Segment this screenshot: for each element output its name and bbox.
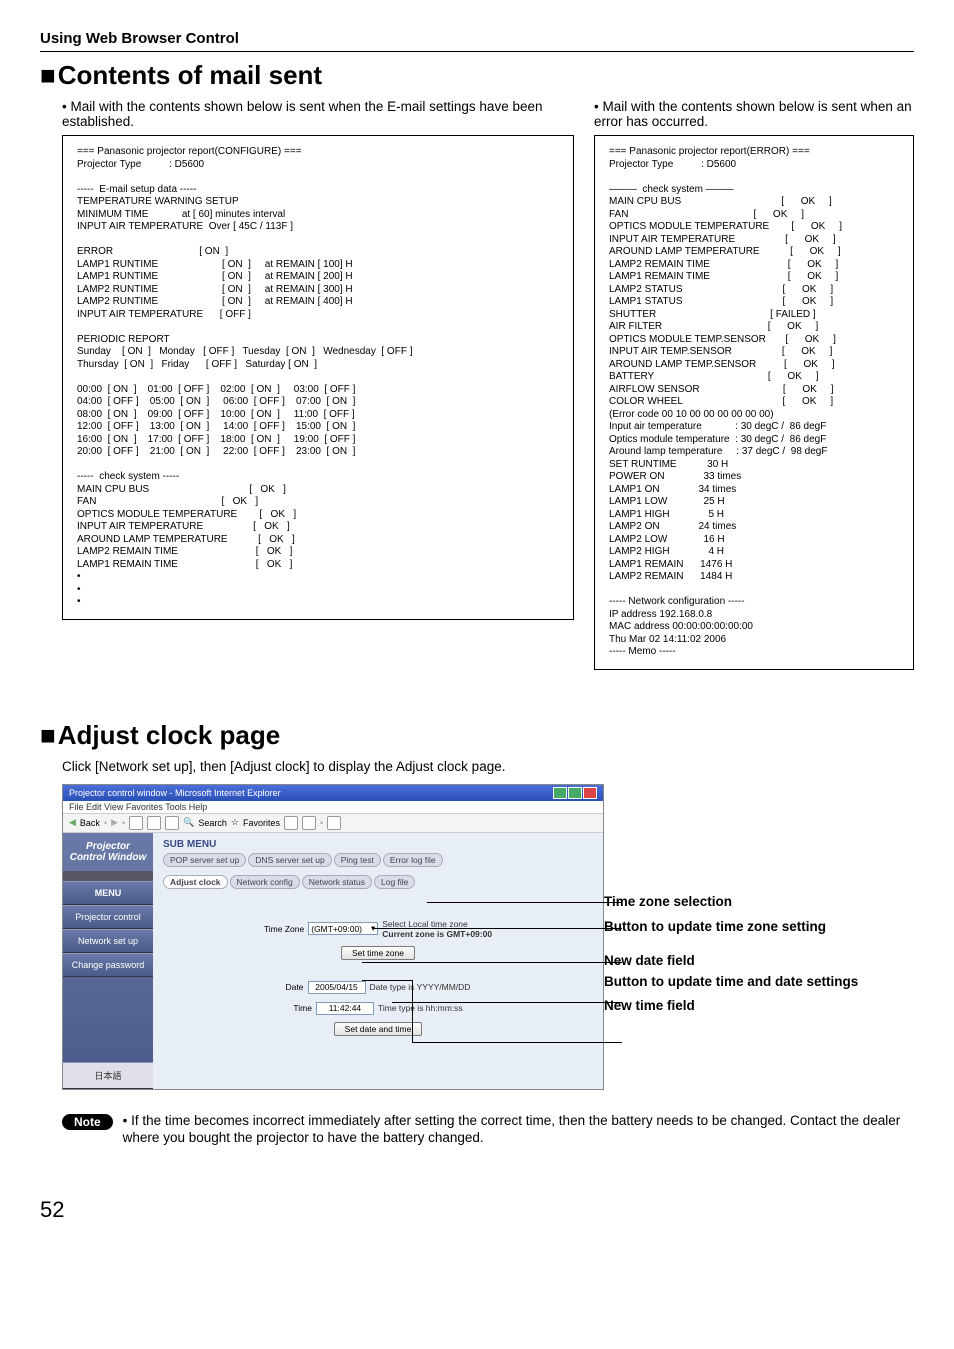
sidebar-item-projector-control[interactable]: Projector control (63, 905, 153, 929)
tab-ping-test[interactable]: Ping test (334, 853, 381, 867)
search-icon[interactable]: 🔍 (183, 817, 194, 828)
annot-new-date-field: New date field (604, 953, 858, 969)
search-label[interactable]: Search (198, 818, 227, 828)
sidebar-menu-label: MENU (63, 881, 153, 905)
stop-icon[interactable] (129, 816, 143, 830)
leader-line (362, 962, 622, 963)
tool-icon[interactable] (302, 816, 316, 830)
date-label: Date (286, 982, 304, 992)
annot-update-timezone-button: Button to update time zone setting (604, 919, 858, 935)
minimize-icon[interactable] (553, 787, 567, 799)
leader-line (362, 980, 412, 981)
browser-screenshot: Projector control window - Microsoft Int… (62, 784, 604, 1090)
tab-pop-server[interactable]: POP server set up (163, 853, 246, 867)
print-icon[interactable] (327, 816, 341, 830)
refresh-icon[interactable] (147, 816, 161, 830)
report-error: === Panasonic projector report(ERROR) ==… (594, 135, 914, 670)
time-caption: Time type is hh:mm:ss (378, 1003, 463, 1013)
sidebar: Projector Control Window MENU Projector … (63, 833, 153, 1089)
page-number: 52 (40, 1197, 64, 1223)
leader-line (412, 1042, 622, 1043)
leader-line-vert (412, 980, 413, 1042)
date-caption: Date type is YYYY/MM/DD (370, 982, 471, 992)
date-row: Date 2005/04/15 Date type is YYYY/MM/DD (286, 981, 471, 994)
heading-mail-sent: ■Contents of mail sent (40, 60, 914, 91)
timezone-row: Time Zone (GMT+09:00)▾ Select Local time… (264, 919, 492, 939)
note-label: Note (62, 1114, 113, 1130)
browser-titlebar: Projector control window - Microsoft Int… (63, 785, 603, 801)
adjust-clock-intro: Click [Network set up], then [Adjust clo… (40, 759, 914, 774)
sidebar-item-network-setup[interactable]: Network set up (63, 929, 153, 953)
time-row: Time 11:42:44 Time type is hh:mm:ss (293, 1002, 462, 1015)
time-input[interactable]: 11:42:44 (316, 1002, 374, 1015)
window-controls[interactable] (553, 787, 597, 799)
close-icon[interactable] (583, 787, 597, 799)
content-panel: SUB MENU POP server set up DNS server se… (153, 833, 603, 1089)
forward-icon[interactable]: ▶ (111, 817, 118, 828)
intro-right: • Mail with the contents shown below is … (594, 99, 914, 129)
browser-menubar[interactable]: File Edit View Favorites Tools Help (63, 801, 603, 814)
heading-mail-sent-text: Contents of mail sent (58, 60, 322, 90)
intro-left: • Mail with the contents shown below is … (40, 99, 574, 129)
tab-row-2: Adjust clock Network config Network stat… (163, 875, 593, 889)
media-icon[interactable] (284, 816, 298, 830)
timezone-caption-b: Current zone is GMT+09:00 (382, 929, 492, 939)
tab-adjust-clock[interactable]: Adjust clock (163, 875, 228, 889)
heading-adjust-clock: ■Adjust clock page (40, 720, 914, 751)
tab-network-config[interactable]: Network config (230, 875, 300, 889)
timezone-label: Time Zone (264, 924, 304, 934)
favorites-label[interactable]: Favorites (243, 818, 280, 828)
back-icon[interactable]: ◀ (69, 817, 76, 828)
sidebar-header: Projector Control Window (63, 833, 153, 871)
set-timezone-button[interactable]: Set time zone (341, 946, 415, 960)
set-datetime-button[interactable]: Set date and time (334, 1022, 423, 1036)
tab-network-status[interactable]: Network status (302, 875, 372, 889)
sidebar-item-japanese[interactable]: 日本語 (63, 1062, 153, 1089)
time-label: Time (293, 1003, 312, 1013)
section-title: Using Web Browser Control (40, 30, 914, 52)
browser-title: Projector control window - Microsoft Int… (69, 788, 281, 798)
annot-new-time-field: New time field (604, 998, 858, 1014)
favorites-icon[interactable]: ☆ (231, 817, 239, 828)
annot-timezone-selection: Time zone selection (604, 894, 858, 910)
annot-update-datetime-button: Button to update time and date settings (604, 974, 858, 990)
heading-adjust-clock-text: Adjust clock page (58, 720, 281, 750)
chevron-down-icon: ▾ (371, 923, 375, 934)
tab-error-log[interactable]: Error log file (383, 853, 443, 867)
annotation-labels: Time zone selection Button to update tim… (604, 784, 858, 1014)
tab-log-file[interactable]: Log file (374, 875, 415, 889)
date-input[interactable]: 2005/04/15 (308, 981, 366, 994)
tab-dns-server[interactable]: DNS server set up (248, 853, 331, 867)
sidebar-item-change-password[interactable]: Change password (63, 953, 153, 977)
maximize-icon[interactable] (568, 787, 582, 799)
submenu-label: SUB MENU (163, 839, 593, 850)
browser-toolbar[interactable]: ◀ Back • ▶ • 🔍 Search ☆ Favorites • (63, 814, 603, 833)
note-text: • If the time becomes incorrect immediat… (123, 1112, 914, 1147)
leader-line (427, 902, 622, 903)
leader-line (372, 928, 622, 929)
report-configure: === Panasonic projector report(CONFIGURE… (62, 135, 574, 620)
timezone-select[interactable]: (GMT+09:00)▾ (308, 922, 378, 935)
tab-row: POP server set up DNS server set up Ping… (163, 853, 593, 867)
back-label[interactable]: Back (80, 818, 100, 828)
home-icon[interactable] (165, 816, 179, 830)
leader-line (392, 1002, 622, 1003)
